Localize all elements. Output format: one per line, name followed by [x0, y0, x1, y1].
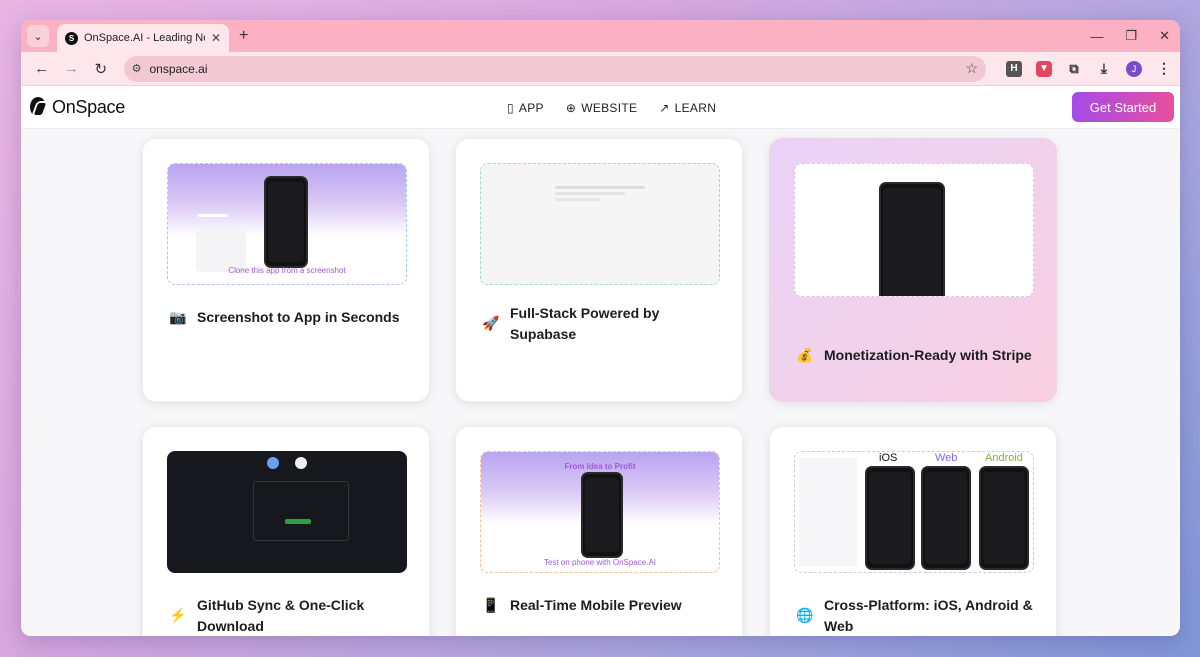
card-preview-image: [167, 451, 407, 573]
close-tab-icon[interactable]: ✕: [211, 31, 221, 45]
new-tab-button[interactable]: +: [239, 27, 248, 45]
url-text[interactable]: onspace.ai: [149, 62, 957, 76]
feature-card-monetization[interactable]: 💰 Monetization-Ready with Stripe: [769, 138, 1057, 402]
browser-window: ⌄ S OnSpace.AI - Leading No-Code ✕ + — ❐…: [21, 20, 1180, 636]
preview-phone: [879, 182, 945, 296]
main-nav: ▯ APP ⊕ WEBSITE ↗ LEARN: [507, 86, 716, 129]
feature-card-github-sync[interactable]: ⚡ GitHub Sync & One-Click Download: [142, 426, 430, 636]
card-title: Full-Stack Powered by Supabase: [510, 305, 660, 342]
lightning-icon: ⚡: [169, 607, 187, 623]
preview-sidebar: [799, 458, 857, 566]
preview-phone: [264, 176, 308, 268]
money-bag-icon: 💰: [796, 347, 814, 363]
mobile-phone-icon: 📱: [482, 597, 500, 613]
preview-caption-bottom: Test on phone with OnSpace.AI: [543, 558, 657, 567]
get-started-button[interactable]: Get Started: [1072, 92, 1174, 122]
card-title: Screenshot to App in Seconds: [197, 309, 400, 325]
nav-item-label: APP: [518, 100, 544, 115]
platform-label-web: Web: [935, 452, 958, 464]
extension-h-icon[interactable]: H: [1006, 60, 1022, 77]
card-preview-image: From Idea to Profit Test on phone with O…: [480, 451, 720, 573]
tab-title: OnSpace.AI - Leading No-Code: [84, 32, 205, 44]
nav-item-label: WEBSITE: [581, 100, 638, 115]
nav-item-website[interactable]: ⊕ WEBSITE: [566, 101, 637, 115]
minimize-icon[interactable]: —: [1090, 29, 1103, 44]
forward-icon[interactable]: →: [59, 56, 85, 82]
preview-caption: Clone this app from a screenshot: [228, 266, 346, 275]
phone-screen: [925, 472, 967, 564]
feature-card-cross-platform[interactable]: iOS Web Android 🌐 Cross-Platform: iOS, A…: [769, 426, 1057, 636]
nav-item-app[interactable]: ▯ APP: [507, 101, 544, 115]
platform-label-ios: iOS: [879, 452, 898, 464]
chevron-down-icon: ⌄: [33, 30, 43, 43]
tab-bar: ⌄ S OnSpace.AI - Leading No-Code ✕ + — ❐…: [21, 20, 1180, 52]
card-preview-image: Clone this app from a screenshot: [167, 163, 407, 285]
preview-caption-top: From Idea to Profit: [564, 462, 636, 471]
card-preview-image: iOS Web Android: [794, 451, 1034, 573]
web-phone: [921, 466, 971, 570]
preview-line: [198, 214, 228, 217]
card-title: GitHub Sync & One-Click Download: [197, 597, 365, 634]
nav-item-label: LEARN: [674, 100, 717, 115]
more-menu-icon[interactable]: ⋮: [1156, 60, 1172, 77]
onspace-logo-icon: [267, 457, 279, 469]
window-controls: — ❐ ✕: [1090, 20, 1170, 52]
preview-phone: [581, 472, 623, 558]
logo-text: OnSpace: [52, 96, 125, 117]
profile-avatar[interactable]: J: [1126, 60, 1142, 77]
extensions-area: H ▼ ⧉ ⤓ J ⋮: [1006, 60, 1172, 77]
authorize-button: [285, 519, 311, 524]
extensions-puzzle-icon[interactable]: ⧉: [1066, 61, 1082, 77]
close-window-icon[interactable]: ✕: [1159, 28, 1170, 44]
feature-card-screenshot-to-app[interactable]: Clone this app from a screenshot 📷 Scree…: [142, 138, 430, 402]
feature-card-full-stack[interactable]: 🚀 Full-Stack Powered by Supabase: [455, 138, 743, 402]
camera-icon: 📷: [169, 309, 187, 325]
back-icon[interactable]: ←: [29, 56, 55, 82]
card-preview-image: [480, 163, 720, 285]
onspace-logo[interactable]: OnSpace: [30, 97, 125, 118]
brave-shield-icon[interactable]: ▼: [1036, 60, 1052, 77]
reload-icon[interactable]: ↻: [88, 56, 114, 82]
github-logo-icon: [295, 457, 307, 469]
onspace-logo-icon: [30, 97, 46, 117]
tab-onspace[interactable]: S OnSpace.AI - Leading No-Code ✕: [57, 24, 229, 52]
phone-icon: ▯: [507, 100, 514, 115]
tab-search-button[interactable]: ⌄: [27, 25, 49, 47]
globe-icon: 🌐: [796, 607, 814, 623]
preview-line: [555, 192, 625, 195]
download-icon[interactable]: ⤓: [1096, 60, 1112, 77]
ios-phone: [865, 466, 915, 570]
address-bar[interactable]: ⚙ onspace.ai ☆: [123, 55, 986, 82]
nav-item-learn[interactable]: ↗ LEARN: [659, 101, 716, 115]
platform-label-android: Android: [985, 452, 1023, 464]
page-viewport: OnSpace ▯ APP ⊕ WEBSITE ↗ LEARN Get Star…: [21, 86, 1180, 636]
auth-dialog: [253, 481, 349, 541]
card-preview-image: [794, 163, 1034, 297]
rocket-icon: 🚀: [482, 315, 500, 331]
card-title: Monetization-Ready with Stripe: [824, 347, 1032, 363]
arrow-up-right-icon: ↗: [659, 100, 670, 115]
restore-icon[interactable]: ❐: [1125, 28, 1137, 44]
preview-line: [555, 186, 645, 189]
phone-screen: [983, 472, 1025, 564]
site-header: OnSpace ▯ APP ⊕ WEBSITE ↗ LEARN Get Star…: [21, 86, 1180, 129]
onspace-favicon-icon: S: [65, 31, 78, 45]
card-title: Cross-Platform: iOS, Android & Web: [824, 597, 1033, 634]
browser-toolbar: ← → ↻ ⚙ onspace.ai ☆ H ▼ ⧉ ⤓ J ⋮: [21, 52, 1180, 86]
phone-screen: [585, 478, 619, 552]
card-title: Real-Time Mobile Preview: [510, 597, 682, 613]
bookmark-star-icon[interactable]: ☆: [965, 60, 978, 77]
phone-screen: [869, 472, 911, 564]
android-phone: [979, 466, 1029, 570]
feature-card-mobile-preview[interactable]: From Idea to Profit Test on phone with O…: [455, 426, 743, 636]
site-info-icon[interactable]: ⚙: [132, 62, 142, 75]
globe-icon: ⊕: [565, 100, 577, 115]
phone-screen: [268, 182, 304, 262]
preview-line: [555, 198, 601, 201]
phone-screen: [883, 188, 941, 296]
